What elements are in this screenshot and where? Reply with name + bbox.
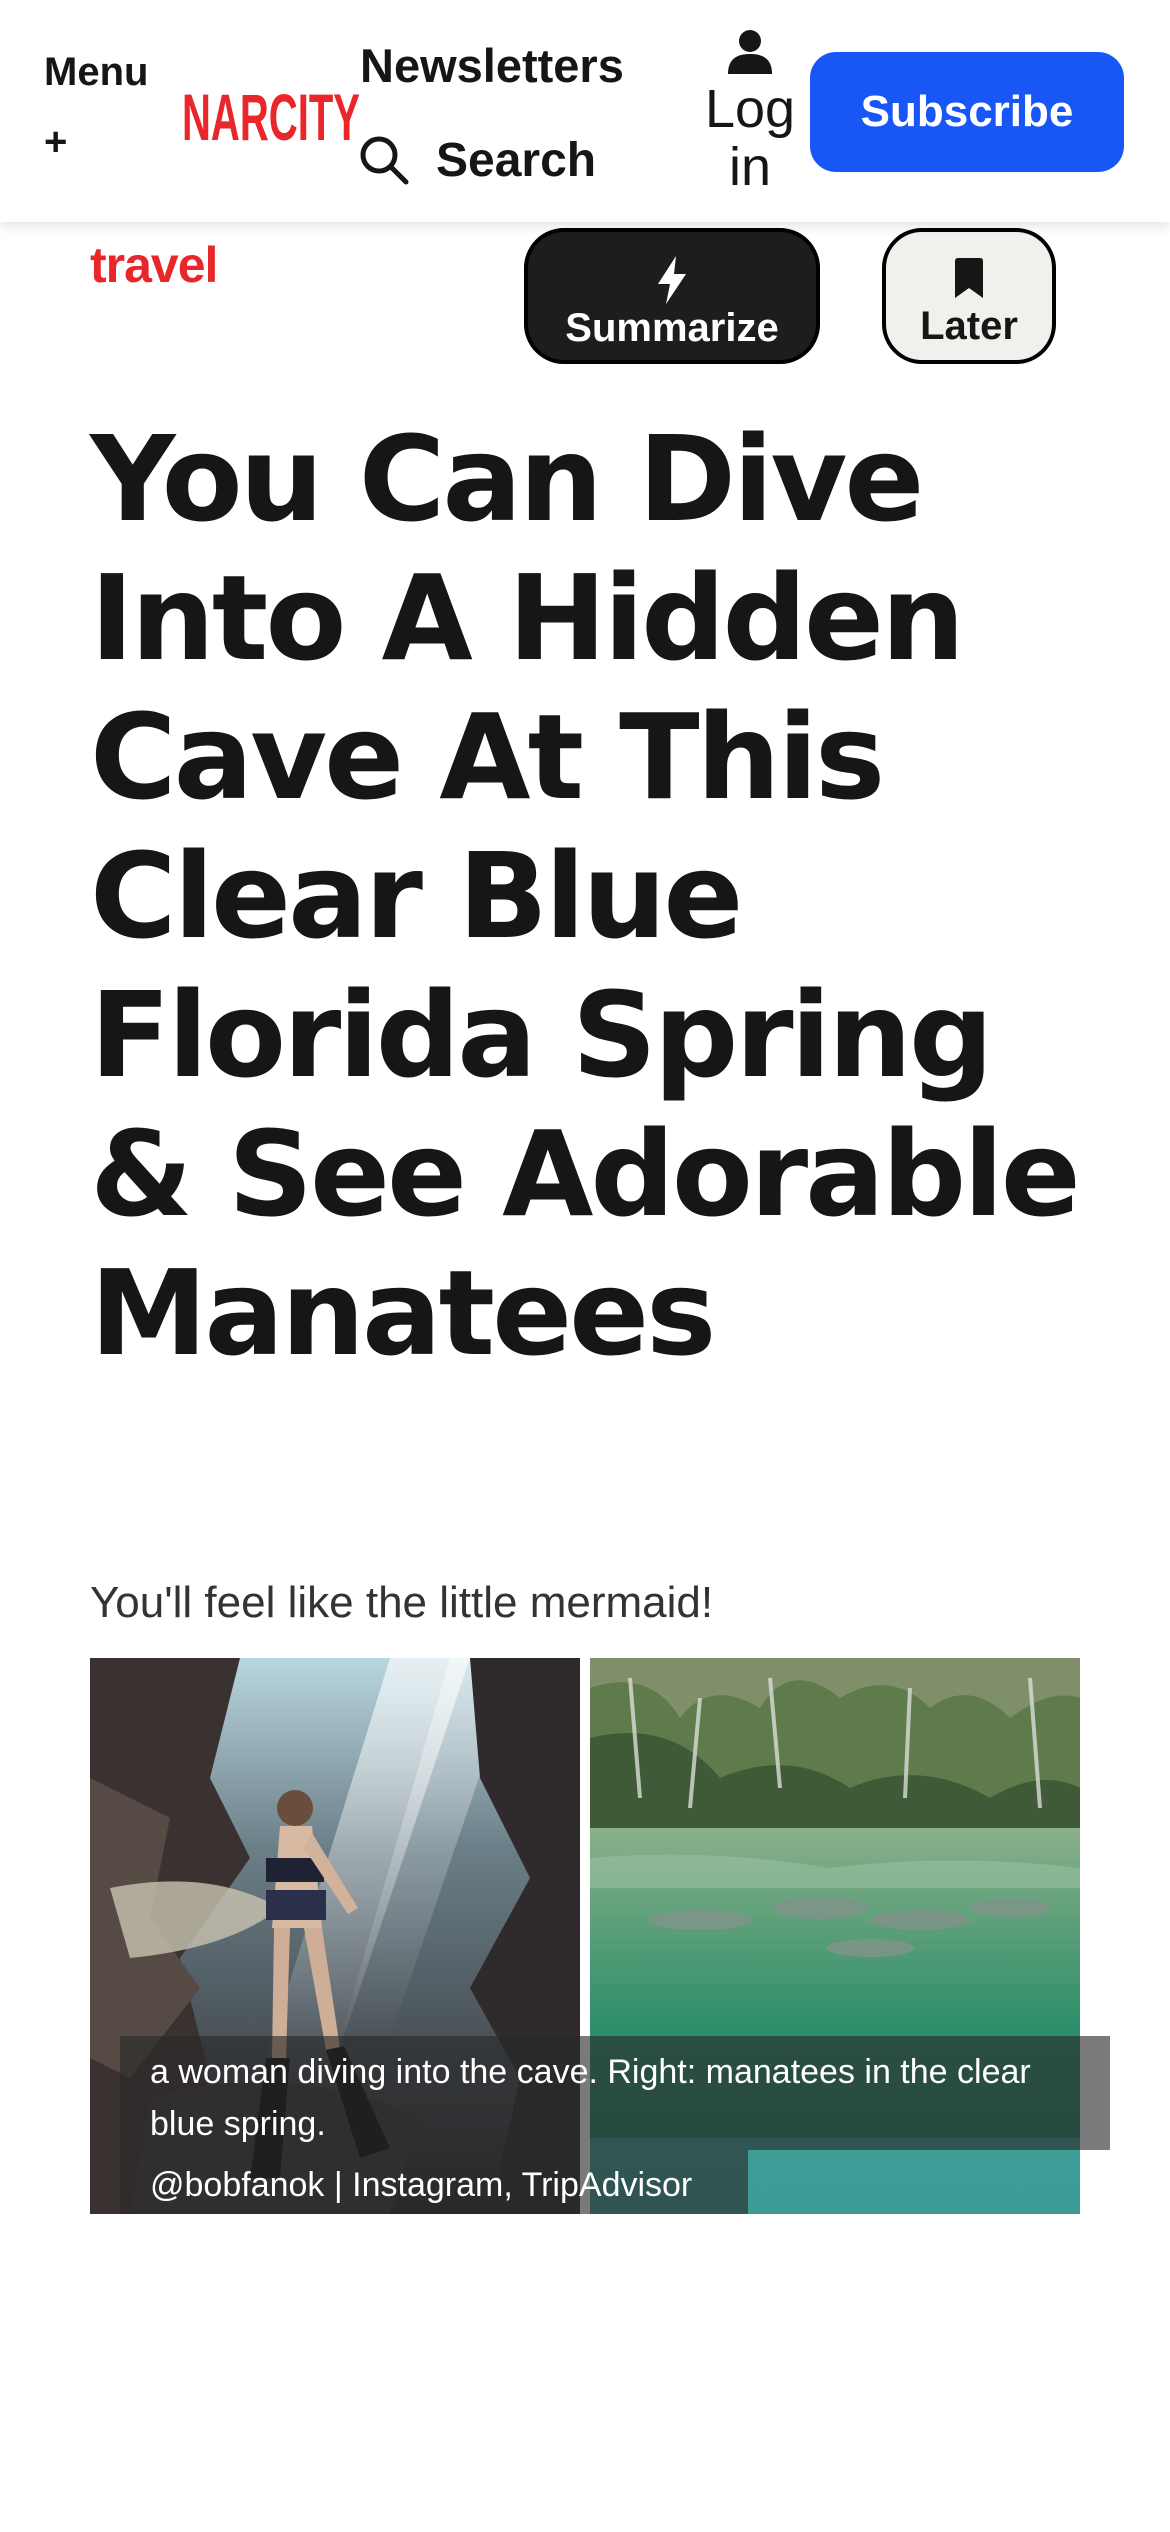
search-icon: [360, 136, 409, 185]
lightning-icon: [658, 256, 686, 304]
user-icon: [728, 30, 772, 74]
login-button[interactable]: Log in: [690, 28, 810, 208]
bookmark-icon: [955, 258, 983, 298]
menu-label: Menu: [44, 50, 149, 94]
summarize-label: Summarize: [565, 306, 779, 350]
summarize-button[interactable]: Summarize: [524, 228, 820, 364]
menu-plus-icon: +: [44, 120, 68, 164]
subscribe-button[interactable]: Subscribe: [810, 52, 1124, 172]
search-label: Search: [436, 133, 597, 187]
site-header: Menu + NARCITY Newsletters Search Log in…: [0, 0, 1170, 222]
save-later-button[interactable]: Later: [882, 228, 1056, 364]
image-caption: a woman diving into the cave. Right: man…: [150, 2053, 1031, 2143]
logo-text: NARCITY: [182, 86, 360, 148]
newsletters-link[interactable]: Newsletters: [360, 38, 624, 93]
later-label: Later: [920, 304, 1018, 348]
search-button[interactable]: Search: [358, 130, 596, 190]
login-label: Log in: [704, 79, 796, 197]
image-credit: @bobfanok | Instagram, TripAdvisor: [150, 2166, 693, 2204]
article-headline: You Can Dive Into A Hidden Cave At This …: [90, 410, 1081, 1382]
article-subtitle: You'll feel like the little mermaid!: [90, 1578, 714, 1627]
category-link[interactable]: travel: [90, 236, 218, 294]
narcity-logo[interactable]: NARCITY: [182, 86, 362, 148]
menu-button[interactable]: Menu +: [44, 50, 174, 164]
